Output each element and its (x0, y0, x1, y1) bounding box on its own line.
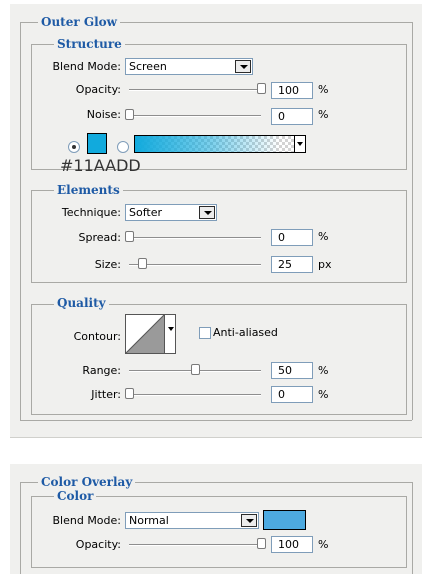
technique-label: Technique: (61, 206, 121, 219)
glow-color-swatch[interactable] (87, 133, 107, 154)
spread-unit: % (318, 230, 329, 243)
overlay-opacity-unit: % (318, 538, 329, 551)
spread-label: Spread: (78, 231, 121, 244)
slider-thumb-icon[interactable] (125, 109, 134, 120)
spread-input[interactable]: 0 (271, 229, 313, 246)
noise-label: Noise: (86, 108, 121, 121)
opacity-slider[interactable] (129, 83, 266, 94)
glow-color-hex: #11AADD (60, 156, 141, 175)
spread-slider[interactable] (125, 231, 261, 242)
jitter-track (129, 394, 261, 396)
overlay-color-title: Color (54, 489, 97, 503)
opacity-unit: % (318, 83, 329, 96)
color-overlay-title: Color Overlay (38, 475, 136, 489)
dropdown-arrow-icon[interactable] (235, 60, 251, 73)
elements-title: Elements (54, 183, 123, 197)
noise-input[interactable]: 0 (271, 108, 313, 125)
structure-title: Structure (54, 37, 125, 51)
opacity-track (129, 89, 261, 91)
size-unit: px (318, 258, 332, 271)
glow-gradient-picker[interactable] (134, 135, 306, 153)
noise-slider[interactable] (125, 109, 261, 120)
outer-glow-group-left (20, 22, 21, 420)
jitter-label: Jitter: (91, 388, 121, 401)
radio-dot (72, 145, 76, 149)
range-label: Range: (82, 364, 121, 377)
contour-curve-icon (126, 315, 164, 353)
slider-thumb-icon[interactable] (125, 388, 134, 399)
slider-thumb-icon[interactable] (138, 258, 147, 269)
radio-unselected-icon[interactable] (117, 141, 129, 153)
overlay-blend-mode-value: Normal (129, 514, 169, 527)
slider-thumb-icon[interactable] (125, 231, 134, 242)
range-unit: % (318, 364, 329, 377)
contour-dropdown[interactable] (164, 314, 176, 354)
color-overlay-group-right (412, 482, 413, 574)
overlay-opacity-track (129, 544, 261, 546)
outer-glow-title: Outer Glow (38, 15, 120, 29)
overlay-color-swatch[interactable] (263, 510, 306, 530)
quality-title: Quality (54, 296, 109, 310)
size-label: Size: (94, 258, 121, 271)
noise-unit: % (318, 108, 329, 121)
slider-thumb-icon[interactable] (257, 538, 266, 549)
size-slider[interactable] (129, 258, 261, 269)
overlay-color-group (31, 496, 407, 568)
spread-track (129, 237, 261, 239)
blend-mode-select[interactable]: Screen (125, 58, 253, 75)
color-overlay-group-left (20, 482, 21, 574)
contour-picker[interactable] (125, 314, 165, 354)
blend-mode-label: Blend Mode: (52, 60, 122, 73)
dropdown-arrow-icon[interactable] (199, 206, 215, 219)
overlay-blend-mode-label: Blend Mode: (52, 514, 122, 527)
jitter-input[interactable]: 0 (271, 386, 313, 403)
opacity-input[interactable]: 100 (271, 82, 313, 99)
slider-thumb-icon[interactable] (257, 83, 266, 94)
range-slider[interactable] (129, 364, 261, 375)
technique-select[interactable]: Softer (125, 204, 217, 221)
anti-aliased-label[interactable]: Anti-aliased (213, 326, 278, 340)
dropdown-arrow-icon[interactable] (241, 514, 257, 527)
slider-thumb-icon[interactable] (191, 364, 200, 375)
jitter-unit: % (318, 388, 329, 401)
noise-track (129, 115, 261, 117)
opacity-label: Opacity: (75, 83, 121, 96)
blend-mode-value: Screen (129, 60, 167, 73)
outer-glow-group-bottom (20, 420, 412, 421)
jitter-slider[interactable] (125, 388, 261, 399)
overlay-opacity-label: Opacity: (75, 538, 121, 551)
outer-glow-group-right (412, 22, 413, 420)
checkbox-icon[interactable] (199, 327, 211, 339)
overlay-blend-mode-select[interactable]: Normal (125, 512, 259, 529)
technique-value: Softer (129, 206, 162, 219)
dropdown-arrow-icon[interactable] (294, 136, 305, 152)
size-input[interactable]: 25 (271, 256, 313, 273)
contour-label: Contour: (73, 330, 121, 343)
size-track (129, 264, 261, 266)
overlay-opacity-input[interactable]: 100 (271, 536, 313, 553)
glow-gradient-fill (135, 136, 305, 152)
radio-selected-icon[interactable] (68, 141, 80, 153)
overlay-opacity-slider[interactable] (129, 538, 266, 549)
range-input[interactable]: 50 (271, 362, 313, 379)
